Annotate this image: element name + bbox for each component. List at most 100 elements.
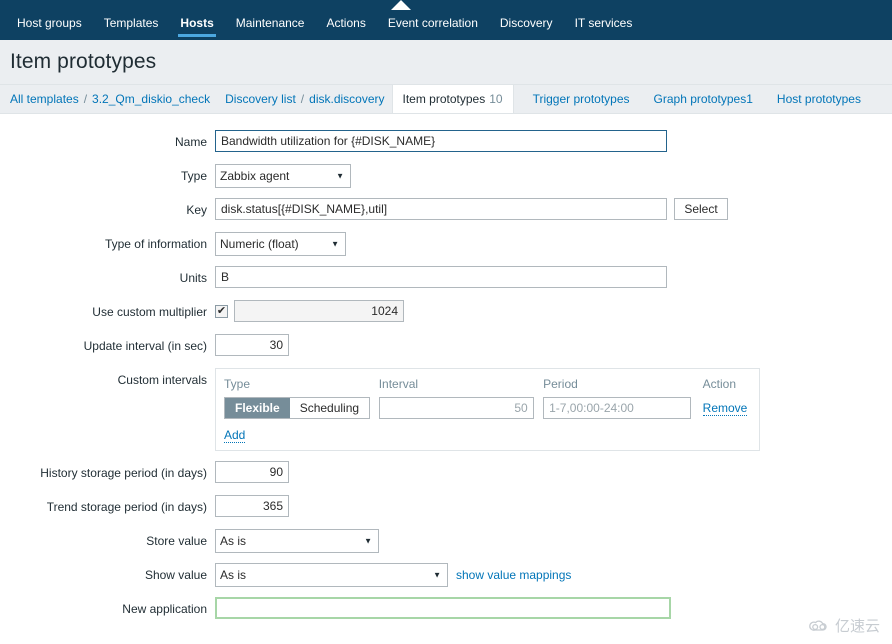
label-custom-intervals: Custom intervals — [117, 373, 207, 387]
breadcrumb-template-name[interactable]: 3.2_Qm_diskio_check — [92, 85, 210, 113]
period-value-cell — [543, 397, 703, 419]
field-row-trend-storage: Trend storage period (in days) — [0, 495, 892, 519]
breadcrumb-separator-1: / — [83, 92, 88, 106]
tab-host-prototypes[interactable]: Host prototypes — [765, 85, 873, 113]
breadcrumb-discovery-rule[interactable]: disk.discovery — [309, 85, 384, 113]
field-row-type-of-information: Type of information Numeric (float) — [0, 232, 892, 256]
control-name — [215, 130, 667, 152]
show-value-select-wrapper: As is — [215, 563, 448, 587]
nav-item-event-correlation[interactable]: Event correlation — [377, 17, 489, 40]
interval-type-toggle-group: Flexible Scheduling — [224, 397, 371, 419]
control-custom-intervals: Type Interval Period Action Flexible Sch… — [215, 368, 760, 451]
remove-interval-link[interactable]: Remove — [702, 401, 748, 416]
control-type: Zabbix agent — [215, 164, 351, 188]
custom-intervals-add-row: Add — [224, 419, 751, 443]
custom-intervals-header-row: Type Interval Period Action — [224, 373, 751, 397]
store-value-select-wrapper: As is — [215, 529, 379, 553]
field-row-key: Key Select — [0, 198, 892, 222]
label-update-interval: Update interval (in sec) — [83, 339, 207, 353]
label-new-application: New application — [122, 602, 207, 616]
nav-item-maintenance[interactable]: Maintenance — [225, 17, 316, 40]
trend-storage-input[interactable] — [215, 495, 289, 517]
custom-multiplier-checkbox[interactable]: ✔ — [215, 304, 228, 318]
tab-trigger-prototypes-label: Trigger prototypes — [532, 92, 630, 106]
field-row-name: Name — [0, 130, 892, 154]
tab-graph-prototypes-label: Graph prototypes — [653, 92, 747, 106]
top-navigation-bar: Host groups Templates Hosts Maintenance … — [0, 0, 892, 40]
field-row-type: Type Zabbix agent — [0, 164, 892, 188]
breadcrumb-all-templates[interactable]: All templates — [10, 85, 79, 113]
column-header-type: Type — [224, 377, 251, 391]
tab-item-prototypes-count: 10 — [489, 92, 503, 106]
update-interval-input[interactable] — [215, 334, 289, 356]
new-application-input[interactable] — [215, 597, 671, 619]
label-units: Units — [179, 271, 207, 285]
name-input[interactable] — [215, 130, 667, 152]
control-trend-storage — [215, 495, 289, 517]
top-nav-items: Host groups Templates Hosts Maintenance … — [0, 0, 892, 40]
type-of-information-select[interactable]: Numeric (float) — [215, 232, 346, 256]
column-header-action: Action — [702, 377, 737, 391]
control-custom-multiplier: ✔ — [215, 300, 404, 322]
custom-intervals-row: Flexible Scheduling Remove — [224, 397, 751, 419]
column-header-period: Period — [543, 377, 578, 391]
label-store-value: Store value — [146, 534, 207, 548]
label-show-value: Show value — [144, 568, 207, 582]
breadcrumb-gap-1 — [210, 85, 225, 113]
field-row-history-storage: History storage period (in days) — [0, 461, 892, 485]
type-of-information-select-wrapper: Numeric (float) — [215, 232, 346, 256]
type-select[interactable]: Zabbix agent — [215, 164, 351, 188]
custom-multiplier-input[interactable] — [234, 300, 404, 322]
control-store-value: As is — [215, 529, 379, 553]
item-prototype-form: Name Type Zabbix agent Key Select Type o… — [0, 114, 892, 621]
interval-value-cell — [378, 397, 543, 419]
breadcrumb-discovery-list[interactable]: Discovery list — [225, 85, 296, 113]
breadcrumb-separator-2: / — [300, 92, 305, 106]
breadcrumb: All templates / 3.2_Qm_diskio_check Disc… — [0, 84, 892, 114]
field-row-custom-multiplier: Use custom multiplier ✔ — [0, 300, 892, 324]
nav-active-caret-icon — [391, 0, 411, 10]
interval-type-scheduling-option[interactable]: Scheduling — [289, 398, 370, 418]
column-header-interval: Interval — [378, 377, 419, 391]
page-title: Item prototypes — [10, 50, 157, 73]
tab-item-prototypes[interactable]: Item prototypes 10 — [391, 85, 514, 113]
nav-item-actions[interactable]: Actions — [315, 17, 376, 40]
field-row-show-value: Show value As is show value mappings — [0, 563, 892, 587]
control-history-storage — [215, 461, 289, 483]
nav-item-host-groups[interactable]: Host groups — [6, 17, 93, 40]
control-key: Select — [215, 198, 728, 220]
interval-input[interactable] — [378, 397, 534, 419]
key-input[interactable] — [215, 198, 667, 220]
type-select-wrapper: Zabbix agent — [215, 164, 351, 188]
nav-item-it-services[interactable]: IT services — [564, 17, 644, 40]
field-row-store-value: Store value As is — [0, 529, 892, 553]
store-value-select[interactable]: As is — [215, 529, 379, 553]
show-value-mappings-link[interactable]: show value mappings — [456, 568, 571, 582]
nav-item-templates[interactable]: Templates — [93, 17, 170, 40]
tab-trigger-prototypes[interactable]: Trigger prototypes — [521, 85, 642, 113]
interval-action-cell: Remove — [702, 401, 751, 416]
interval-type-flexible-option[interactable]: Flexible — [225, 398, 290, 418]
check-icon: ✔ — [216, 304, 227, 317]
show-value-select[interactable]: As is — [215, 563, 448, 587]
field-row-update-interval: Update interval (in sec) — [0, 334, 892, 358]
label-name: Name — [174, 135, 207, 149]
label-type-of-information: Type of information — [104, 237, 207, 251]
control-update-interval — [215, 334, 289, 356]
control-show-value: As is show value mappings — [215, 563, 571, 587]
history-storage-input[interactable] — [215, 461, 289, 483]
label-trend-storage: Trend storage period (in days) — [46, 500, 207, 514]
add-interval-link[interactable]: Add — [224, 428, 246, 443]
label-custom-multiplier: Use custom multiplier — [92, 305, 207, 319]
period-input[interactable] — [543, 397, 692, 419]
tab-graph-prototypes[interactable]: Graph prototypes 1 — [642, 85, 765, 113]
field-row-units: Units — [0, 266, 892, 290]
tab-host-prototypes-label: Host prototypes — [776, 92, 861, 106]
key-select-button[interactable]: Select — [674, 198, 728, 220]
units-input[interactable] — [215, 266, 667, 288]
control-units — [215, 266, 667, 288]
nav-item-discovery[interactable]: Discovery — [489, 17, 564, 40]
nav-item-hosts[interactable]: Hosts — [169, 17, 224, 40]
tab-graph-prototypes-count-value: 1 — [746, 92, 753, 106]
control-new-application — [215, 597, 671, 619]
